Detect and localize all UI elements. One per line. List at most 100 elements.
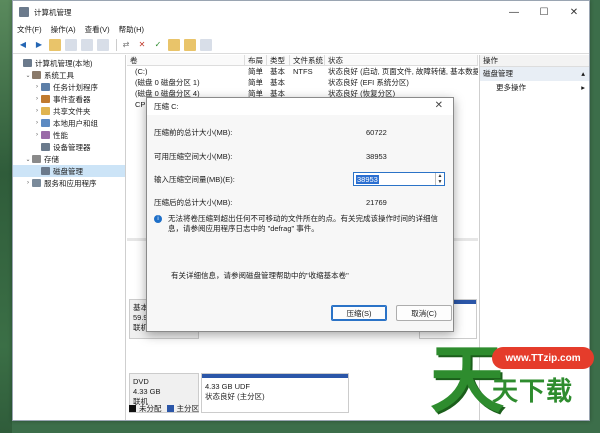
column-status[interactable]: 状态 [325,55,478,65]
open-folder-icon[interactable] [168,38,180,51]
show-tree-icon[interactable] [65,38,77,51]
expand-toggle-icon[interactable]: › [33,96,41,102]
list-icon[interactable] [97,38,109,51]
desktop-background [0,0,12,433]
expand-toggle-icon[interactable]: ⌄ [24,156,32,163]
tree-item[interactable]: › 本地用户和组 [13,117,125,129]
up-folder-icon[interactable] [49,38,61,51]
more-actions-item[interactable]: 更多操作 ▸ [480,81,589,95]
services-icon [32,179,41,187]
volume-list-header: 卷 布局 类型 文件系统 状态 [127,55,478,66]
volume-cell: (C:) [135,67,148,76]
menu-view[interactable]: 查看(V) [85,24,110,35]
storage-icon [32,155,41,163]
menu-action[interactable]: 操作(A) [51,24,76,35]
tree-item[interactable]: ⌄ 系统工具 [13,69,125,81]
more-actions-label: 更多操作 [496,83,526,92]
expand-toggle-icon[interactable]: › [33,108,41,114]
expand-toggle-icon[interactable]: ⌄ [24,72,32,79]
tree-item[interactable]: 设备管理器 [13,141,125,153]
folder-icon[interactable] [184,38,196,51]
cancel-button[interactable]: 取消(C) [396,305,452,321]
performance-icon [41,131,50,139]
expand-toggle-icon[interactable]: › [33,120,41,126]
tree-item[interactable]: ⌄ 存储 [13,153,125,165]
dvd-partition[interactable]: 4.33 GB UDF 状态良好 (主分区) [201,373,349,413]
field-total-before: 压缩前的总计大小(MB): 60722 [154,125,444,139]
primary-swatch [166,405,174,412]
properties-icon[interactable] [81,38,93,51]
dialog-title-bar: 压缩 C: ✕ [147,98,453,115]
tree-item-label: 任务计划程序 [53,82,98,92]
tree-item-label: 计算机管理(本地) [35,58,93,68]
action-group-disk-management[interactable]: 磁盘管理 ▴ [480,67,589,81]
field-total-after: 压缩后的总计大小(MB): 21769 [154,195,444,209]
partition-bar [202,374,348,378]
delete-icon[interactable]: ✕ [136,39,148,51]
unallocated-swatch [129,405,136,412]
tree-item-label: 本地用户和组 [53,118,98,128]
forward-icon[interactable]: ▶ [33,39,45,51]
tree-item-label: 存储 [44,154,59,164]
volume-cell: 状态良好 (启动, 页面文件, 故障转储, 基本数据分 [328,67,478,76]
volume-row[interactable]: (C:) 简单 基本 NTFS 状态良好 (启动, 页面文件, 故障转储, 基本数据分 [127,66,478,77]
tree-item[interactable]: › 共享文件夹 [13,105,125,117]
close-button[interactable]: ✕ [559,1,589,23]
dvd-partition-size: 4.33 GB UDF [205,382,251,391]
back-icon[interactable]: ◀ [17,39,29,51]
volume-cell: NTFS [293,67,313,76]
watermark-text: 天下载 [492,377,574,407]
volume-cell [290,77,325,88]
dialog-title: 压缩 C: [154,102,179,111]
shrink-dialog: 压缩 C: ✕ 压缩前的总计大小(MB): 60722 可用压缩空间大小(MB)… [146,97,454,332]
tree-item-label: 设备管理器 [53,142,91,152]
view-icon[interactable] [200,38,212,51]
volume-cell: 简单 [248,67,263,76]
expand-toggle-icon[interactable]: › [33,84,41,90]
legend-primary: 主分区 [176,404,200,413]
submenu-arrow-icon: ▸ [581,83,585,92]
expand-toggle-icon[interactable]: › [33,132,41,138]
volume-cell: 简单 [248,78,263,87]
column-filesystem[interactable]: 文件系统 [290,55,325,65]
connect-icon[interactable]: ⇄ [120,39,132,51]
field-label: 压缩后的总计大小(MB): [154,197,233,207]
tree-item[interactable]: 磁盘管理 [13,165,125,177]
shrink-button[interactable]: 压缩(S) [331,305,387,321]
info-message: i 无法将卷压缩到超出任何不可移动的文件所在的点。有关完成该操作时间的详细信息，… [154,214,446,234]
menu-help[interactable]: 帮助(H) [119,24,144,35]
minimize-button[interactable]: — [499,1,529,23]
device-icon [41,143,50,151]
field-label: 可用压缩空间大小(MB): [154,151,233,161]
column-volume[interactable]: 卷 [127,55,245,65]
action-group-label: 磁盘管理 [483,69,513,78]
tree-item[interactable]: 计算机管理(本地) [13,57,125,69]
tree-item[interactable]: › 性能 [13,129,125,141]
column-type[interactable]: 类型 [267,55,290,65]
folder-icon [41,107,50,115]
checkmark-icon[interactable]: ✓ [152,39,164,51]
dvd-partition-status: 状态良好 (主分区) [205,392,265,401]
expand-toggle-icon[interactable]: › [24,180,32,186]
tree-item-label: 共享文件夹 [53,106,91,116]
field-value: 21769 [366,197,387,207]
field-value: 60722 [366,127,387,137]
volume-cell: 状态良好 (EFI 系统分区) [328,78,409,87]
menu-file[interactable]: 文件(F) [17,24,42,35]
column-layout[interactable]: 布局 [245,55,267,65]
tree-item[interactable]: › 任务计划程序 [13,81,125,93]
tree-item[interactable]: › 事件查看器 [13,93,125,105]
dialog-close-icon[interactable]: ✕ [435,100,443,111]
tree-item[interactable]: › 服务和应用程序 [13,177,125,189]
actions-header: 操作 [480,55,589,67]
users-icon [41,119,50,127]
spin-down-icon[interactable]: ▼ [436,179,444,185]
shrink-amount-value[interactable]: 38953 [356,174,379,184]
field-available: 可用压缩空间大小(MB): 38953 [154,149,444,163]
event-icon [41,95,50,103]
shrink-amount-input[interactable]: 38953 ▲ ▼ [353,172,445,186]
maximize-button[interactable]: ☐ [529,1,559,23]
watermark-logo: 天 www.TTzip.com 天下载 [430,335,600,433]
volume-row[interactable]: (磁盘 0 磁盘分区 1) 简单 基本 状态良好 (EFI 系统分区) [127,77,478,88]
volume-cell: 基本 [270,78,285,87]
